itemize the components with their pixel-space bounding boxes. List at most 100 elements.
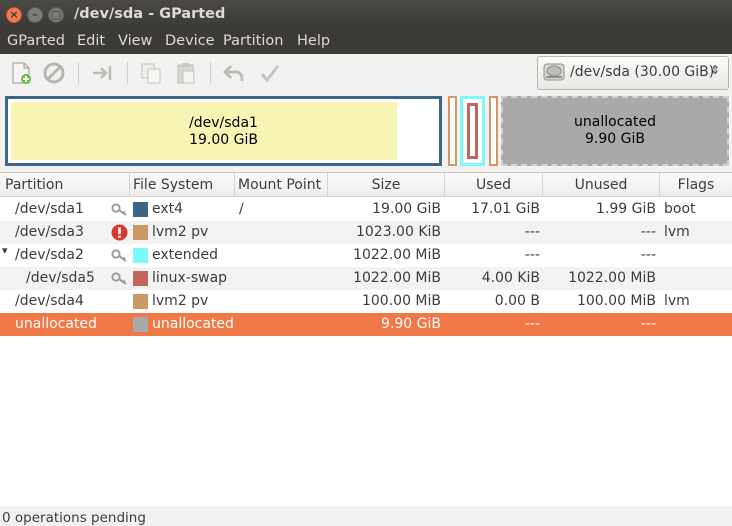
copy-icon[interactable] [139, 61, 163, 85]
file-system: ext4 [152, 201, 184, 217]
column-header-size[interactable]: Size [328, 173, 445, 197]
unused-value: 1.99 GiB [596, 201, 656, 217]
fs-color-swatch [133, 225, 148, 240]
paste-icon[interactable] [174, 61, 198, 85]
menu-gparted[interactable]: GParted [7, 33, 65, 49]
used-value: --- [524, 247, 540, 263]
flags-value: lvm [664, 293, 690, 309]
diskmap-unallocated[interactable]: unallocated 9.90 GiB [501, 96, 729, 166]
column-header-file-system[interactable]: File System [130, 173, 235, 197]
table-row[interactable]: /dev/sda4 lvm2 pv 100.00 MiB 0.00 B 100.00 M… [0, 290, 732, 313]
unused-value: 100.00 MiB [576, 293, 656, 309]
diskmap-sda1-size: 19.00 GiB [189, 132, 258, 148]
key-icon [111, 249, 127, 262]
minimize-icon: – [32, 8, 38, 21]
diskmap-sda4[interactable] [489, 96, 498, 166]
column-header-unused[interactable]: Unused [543, 173, 660, 197]
file-system: linux-swap [152, 270, 228, 286]
size-value: 100.00 MiB [361, 293, 441, 309]
table-row[interactable]: /dev/sda5 linux-swap 1022.00 MiB 4.00 KiB 10… [0, 267, 732, 290]
column-header-mount-point[interactable]: Mount Point [235, 173, 328, 197]
device-selector[interactable]: /dev/sda (30.00 GiB) ⇕ [537, 56, 729, 90]
used-value: --- [524, 316, 540, 332]
diskmap-sda1-name: /dev/sda1 [189, 115, 258, 131]
delete-icon[interactable] [42, 61, 66, 85]
partition-name: /dev/sda2 [15, 247, 84, 263]
diskmap-sda1[interactable]: /dev/sda1 19.00 GiB [5, 96, 442, 166]
warning-icon [111, 224, 128, 241]
device-selector-label: /dev/sda (30.00 GiB) [570, 64, 715, 80]
used-value: 4.00 KiB [481, 270, 540, 286]
unused-value: --- [640, 316, 656, 332]
flags-value: lvm [664, 224, 690, 240]
maximize-window-button[interactable]: □ [48, 7, 64, 23]
harddisk-icon [543, 63, 565, 81]
size-value: 9.90 GiB [381, 316, 441, 332]
flags-value: boot [664, 201, 696, 217]
dropdown-arrow-icon: ⇕ [710, 63, 721, 77]
size-value: 1022.00 MiB [353, 270, 441, 286]
table-row[interactable]: /dev/sda3 lvm2 pv 1023.00 KiB --- --- lvm [0, 221, 732, 244]
diskmap-sda5[interactable] [467, 103, 478, 159]
expander-arrow-icon[interactable]: ▾ [2, 244, 8, 257]
diskmap-sda2-extended[interactable] [460, 96, 485, 166]
fs-color-swatch [133, 294, 148, 309]
table-row[interactable]: /dev/sda1 ext4 / 19.00 GiB 17.01 GiB 1.99 GiB… [0, 198, 732, 221]
partition-name: /dev/sda3 [15, 224, 84, 240]
file-system: extended [152, 247, 219, 263]
toolbar-separator [78, 62, 79, 84]
size-value: 1022.00 MiB [353, 247, 441, 263]
table-row[interactable]: ▾ /dev/sda2 extended 1022.00 MiB --- --- [0, 244, 732, 267]
file-system: lvm2 pv [152, 224, 209, 240]
column-header-used[interactable]: Used [445, 173, 543, 197]
fs-color-swatch [133, 248, 148, 263]
maximize-icon: □ [50, 8, 62, 21]
unused-value: 1022.00 MiB [568, 270, 656, 286]
disk-map: /dev/sda1 19.00 GiB unallocated 9.90 GiB [5, 96, 730, 166]
key-icon [111, 272, 127, 285]
window-title: /dev/sda - GParted [74, 6, 226, 22]
title-bar: × – □ /dev/sda - GParted [0, 0, 732, 30]
close-window-button[interactable]: × [6, 7, 22, 23]
mount-point: / [239, 201, 244, 217]
column-header-partition[interactable]: Partition [0, 173, 130, 197]
menu-help[interactable]: Help [297, 33, 330, 49]
close-icon: × [9, 8, 19, 21]
partition-name: /dev/sda5 [26, 270, 95, 286]
file-system: unallocated [152, 316, 234, 332]
menu-device[interactable]: Device [165, 33, 215, 49]
toolbar-separator [127, 62, 128, 84]
diskmap-unallocated-size: 9.90 GiB [585, 131, 645, 147]
partition-name: unallocated [15, 316, 97, 332]
menu-view[interactable]: View [118, 33, 152, 49]
size-value: 1023.00 KiB [355, 224, 441, 240]
partition-table: Partition File System Mount Point Size U… [0, 172, 732, 507]
undo-icon[interactable] [222, 61, 246, 85]
unused-value: --- [640, 224, 656, 240]
status-text: 0 operations pending [2, 510, 146, 526]
column-header-flags[interactable]: Flags [660, 173, 732, 197]
partition-name: /dev/sda4 [15, 293, 84, 309]
minimize-window-button[interactable]: – [27, 7, 43, 23]
partition-name: /dev/sda1 [15, 201, 84, 217]
table-row[interactable]: unallocated unallocated 9.90 GiB --- --- [0, 313, 732, 336]
unused-value: --- [640, 247, 656, 263]
file-system: lvm2 pv [152, 293, 209, 309]
menu-partition[interactable]: Partition [223, 33, 283, 49]
new-partition-icon[interactable] [9, 61, 33, 85]
used-value: 17.01 GiB [471, 201, 540, 217]
used-value: 0.00 B [494, 293, 540, 309]
key-icon [111, 203, 127, 216]
status-bar: 0 operations pending [0, 506, 732, 526]
diskmap-unallocated-name: unallocated [574, 114, 656, 130]
diskmap-sda3[interactable] [448, 96, 457, 166]
apply-icon[interactable] [258, 61, 282, 85]
fs-color-swatch [133, 202, 148, 217]
fs-color-swatch [133, 317, 148, 332]
fs-color-swatch [133, 271, 148, 286]
menu-edit[interactable]: Edit [77, 33, 105, 49]
resize-move-icon[interactable] [90, 61, 114, 85]
menu-bar: GParted Edit View Device Partition Help [0, 30, 732, 54]
toolbar-separator [210, 62, 211, 84]
used-value: --- [524, 224, 540, 240]
